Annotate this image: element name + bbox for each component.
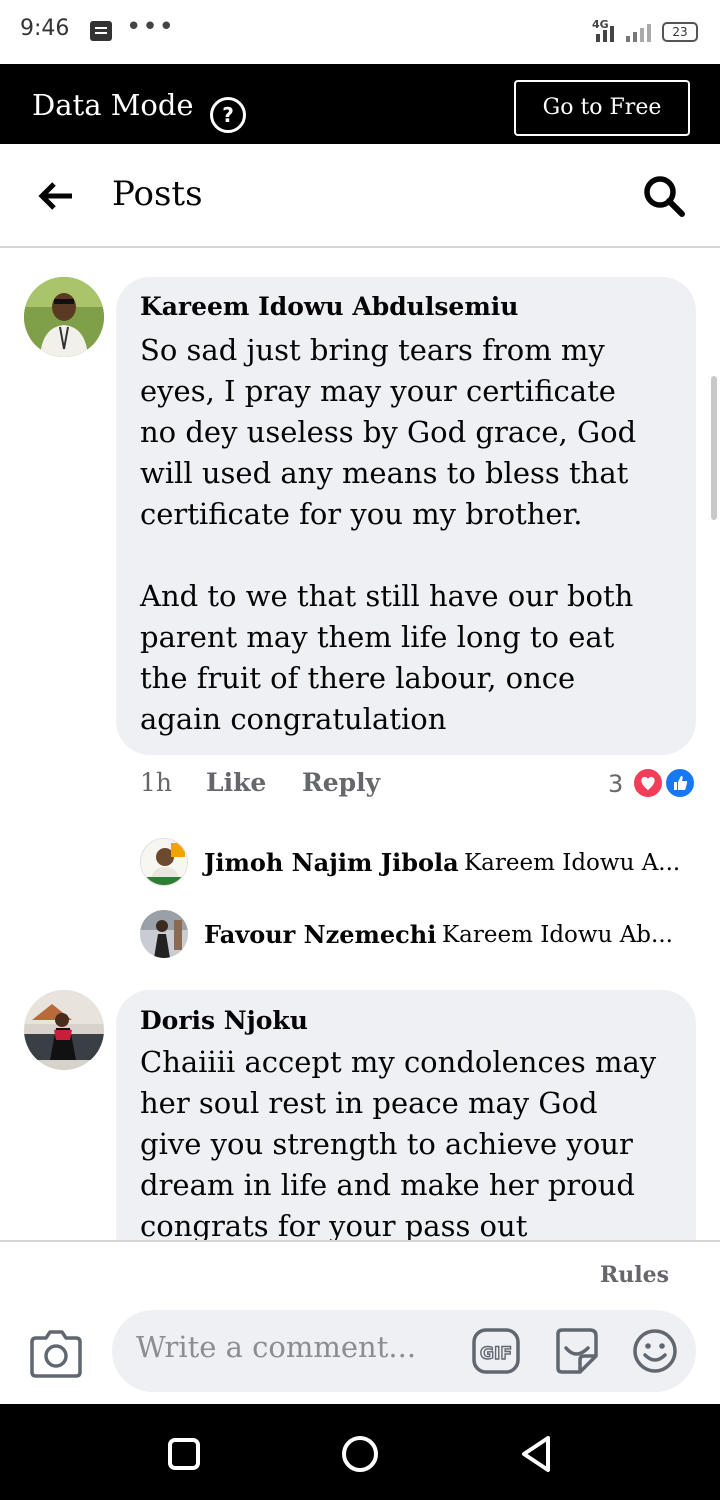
footer-divider [0,1240,720,1242]
comment-line: certificate for you my brother. [140,497,583,531]
comment-line: congrats for your pass out [140,1209,528,1240]
avatar-photo [24,990,104,1070]
like-reaction-icon[interactable] [664,767,696,799]
comment-line: again congratulation [140,702,447,736]
reply-snippet[interactable]: Kareem Idowu A... [464,850,680,876]
go-to-free-button[interactable]: Go to Free [514,80,690,136]
comment-text: So sad just bring tears from my eyes, I … [140,330,636,740]
comment-blank-line [140,535,636,576]
reply-author[interactable]: Jimoh Najim Jibola [204,848,459,877]
comment-line: eyes, I pray may your certificate [140,374,616,408]
home-icon[interactable] [342,1436,378,1472]
comment-line: the fruit of there labour, once [140,661,576,695]
reply-author[interactable]: Favour Nzemechi [204,920,436,949]
comment-text: Chaiiii accept my condolences may her so… [140,1042,656,1240]
data-mode-title: Data Mode [32,88,194,122]
reply-avatar-photo [140,910,188,958]
page-title: Posts [112,174,203,214]
comment-author[interactable]: Doris Njoku [140,1006,308,1035]
rules-link[interactable]: Rules [600,1262,669,1288]
love-reaction-icon[interactable] [632,767,664,799]
signal-2-icon [626,36,630,42]
comment-line: Chaiiii accept my condolences may [140,1045,657,1079]
more-notifications-icon: ••• [126,12,176,42]
question-circle-icon[interactable]: ? [210,97,246,133]
reply-avatar[interactable] [140,838,188,886]
avatar[interactable] [24,277,104,357]
comment-line: So sad just bring tears from my [140,333,605,367]
status-time: 9:46 [20,16,70,41]
comments-list[interactable]: Kareem Idowu Abdulsemiu So sad just brin… [0,248,720,1240]
system-nav-bar [0,1404,720,1500]
status-bar: 9:46 ••• 4G 23 [0,0,720,64]
avatar[interactable] [24,990,104,1070]
search-icon[interactable] [642,174,686,218]
arrow-left-icon[interactable] [36,176,76,216]
comment-line: her soul rest in peace may God [140,1086,598,1120]
sticker-icon[interactable] [552,1326,600,1376]
gif-icon[interactable]: GIF [472,1328,520,1374]
comment-author[interactable]: Kareem Idowu Abdulsemiu [140,292,518,321]
comment-line: give you strength to achieve your [140,1127,633,1161]
like-button[interactable]: Like [206,768,266,797]
comment-line: no dey useless by God grace, God [140,415,637,449]
notification-icon [90,21,112,41]
comment-placeholder[interactable]: Write a comment... [136,1330,416,1364]
emoji-icon[interactable] [632,1328,678,1374]
posts-header: Posts [0,144,720,248]
avatar-photo [24,277,104,357]
battery-icon: 23 [662,22,698,42]
comment-line: And to we that still have our both [140,579,634,613]
reply-snippet[interactable]: Kareem Idowu Ab... [442,922,673,948]
data-mode-bar: Data Mode ? Go to Free [0,64,720,144]
reply-avatar-photo [141,839,187,885]
reply-avatar[interactable] [140,910,188,958]
comment-line: dream in life and make her proud [140,1168,635,1202]
signal-icon [596,34,600,42]
reaction-count[interactable]: 3 [608,770,623,798]
recent-apps-icon[interactable] [168,1438,200,1470]
camera-icon[interactable] [28,1328,84,1380]
svg-text:GIF: GIF [480,1344,512,1364]
comment-time: 1h [140,768,173,797]
comment-line: will used any means to bless that [140,456,629,490]
scrollbar[interactable] [711,376,717,520]
comment-line: parent may them life long to eat [140,620,615,654]
nav-back-icon[interactable] [518,1434,554,1474]
reply-button[interactable]: Reply [302,768,380,797]
